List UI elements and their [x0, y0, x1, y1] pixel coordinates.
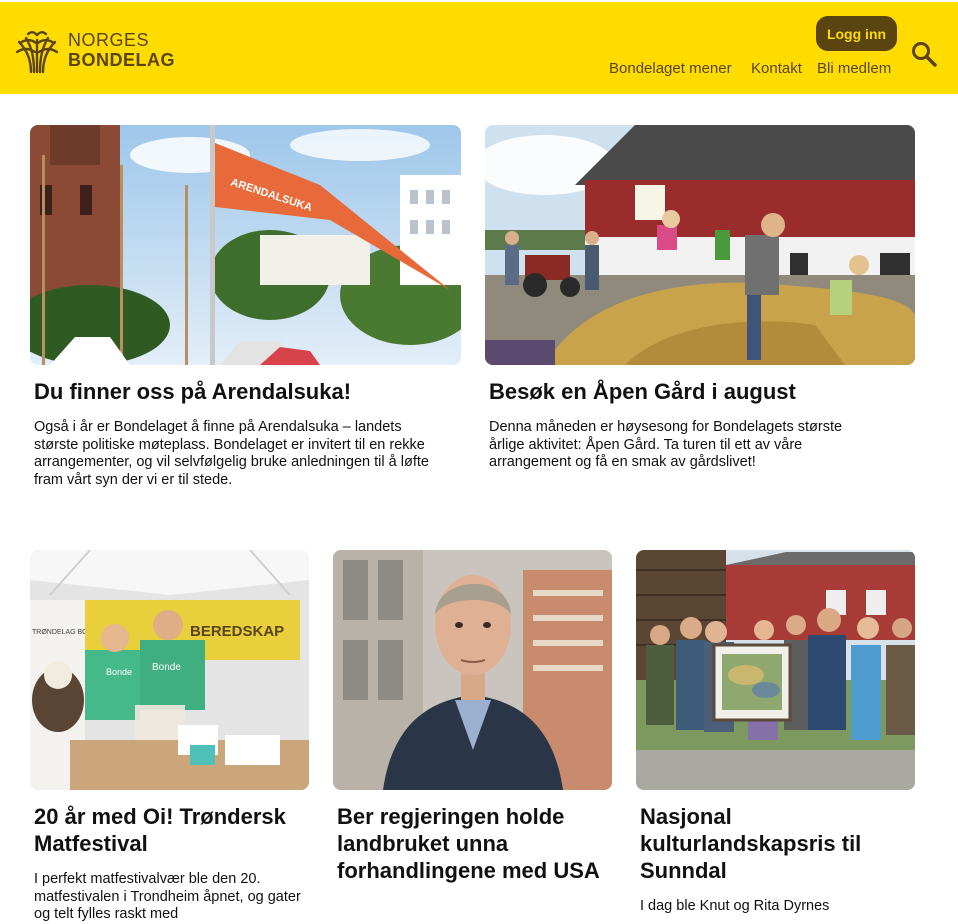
wheat-logo-icon [15, 31, 59, 74]
banner-text: BEREDSKAP [190, 623, 284, 640]
card-description-matfestival: I perfekt matfestivalvær ble den 20. mat… [34, 871, 301, 922]
card-title-matfestival[interactable]: 20 år med Oi! Trøndersk Matfestival [34, 803, 304, 857]
card-image-matfestival[interactable]: TRØNDELAG BONDELAG BEREDSKAP Bonde Bonde [30, 550, 309, 790]
card-description-apen-gard: Denna måneden er høysesong for Bondelage… [489, 419, 843, 470]
shirt-text-right: Bonde [152, 662, 181, 673]
login-button[interactable]: Logg inn [816, 16, 897, 51]
site-header: NORGES BONDELAG Logg inn Bondelaget mene… [0, 0, 958, 94]
card-image-arendalsuka[interactable]: ARENDALSUKA [30, 125, 461, 365]
card-image-apen-gard[interactable] [485, 125, 915, 365]
card-description-arendalsuka: Også i år er Bondelaget å finne på Arend… [34, 419, 429, 488]
logo-line-bondelag: BONDELAG [68, 50, 175, 70]
site-logo[interactable]: NORGES BONDELAG [14, 26, 175, 74]
card-description-kulturlandskap: I dag ble Knut og Rita Dyrnes [640, 898, 830, 914]
shirt-text-left: Bonde [106, 667, 132, 677]
nav-bli-medlem[interactable]: Bli medlem [817, 60, 891, 77]
card-title-regjeringen[interactable]: Ber regjeringen holde landbruket unna fo… [337, 803, 607, 884]
search-icon[interactable] [910, 40, 938, 68]
card-image-regjeringen[interactable] [333, 550, 612, 790]
nav-kontakt[interactable]: Kontakt [751, 60, 802, 77]
card-image-kulturlandskap[interactable] [636, 550, 915, 790]
card-title-arendalsuka[interactable]: Du finner oss på Arendalsuka! [34, 378, 454, 405]
card-title-kulturlandskap[interactable]: Nasjonal kulturlandskapsris til Sunndal [640, 803, 910, 884]
card-title-apen-gard[interactable]: Besøk en Åpen Gård i august [489, 378, 909, 405]
logo-line-norges: NORGES [68, 30, 150, 50]
nav-bondelaget-mener[interactable]: Bondelaget mener [609, 60, 732, 77]
